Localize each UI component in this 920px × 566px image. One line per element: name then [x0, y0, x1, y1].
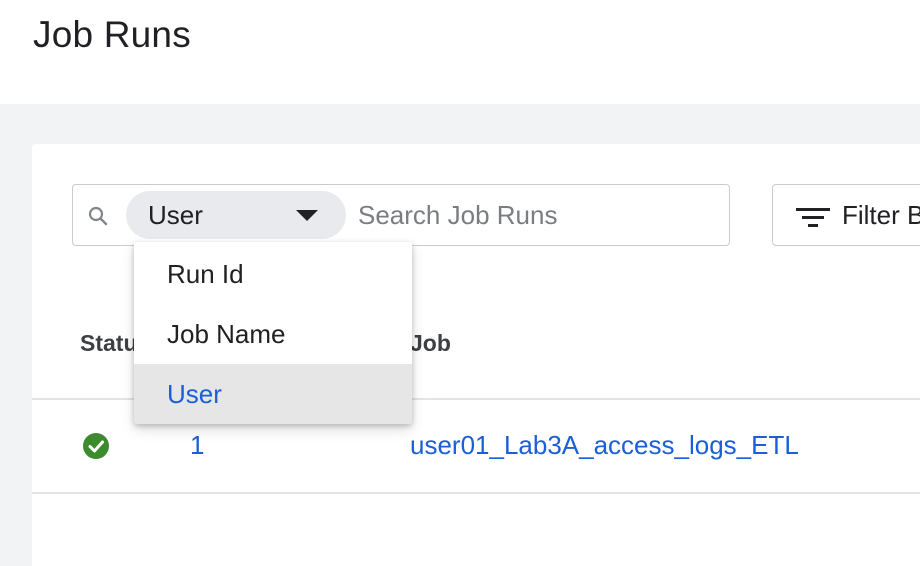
page-title: Job Runs — [33, 14, 191, 55]
caret-down-icon — [296, 210, 318, 221]
filter-button-label: Filter B — [842, 200, 920, 230]
menu-item-job-name[interactable]: Job Name — [134, 304, 412, 364]
filter-icon — [796, 208, 830, 227]
column-header-status[interactable]: Statu — [80, 330, 138, 357]
menu-item-user[interactable]: User — [134, 364, 412, 424]
job-runs-page: Job Runs User Filter B Statu Job 1 user0… — [0, 0, 920, 566]
search-icon — [88, 206, 108, 226]
search-field-menu: Run Id Job Name User — [134, 242, 412, 424]
row-divider — [32, 492, 920, 494]
menu-item-run-id[interactable]: Run Id — [134, 244, 412, 304]
search-input[interactable] — [356, 196, 720, 234]
column-header-job[interactable]: Job — [410, 330, 451, 357]
run-id-link[interactable]: 1 — [190, 430, 204, 461]
search-field-select-label: User — [148, 200, 203, 230]
success-check-icon — [83, 433, 109, 459]
job-name-link[interactable]: user01_Lab3A_access_logs_ETL — [410, 430, 799, 461]
